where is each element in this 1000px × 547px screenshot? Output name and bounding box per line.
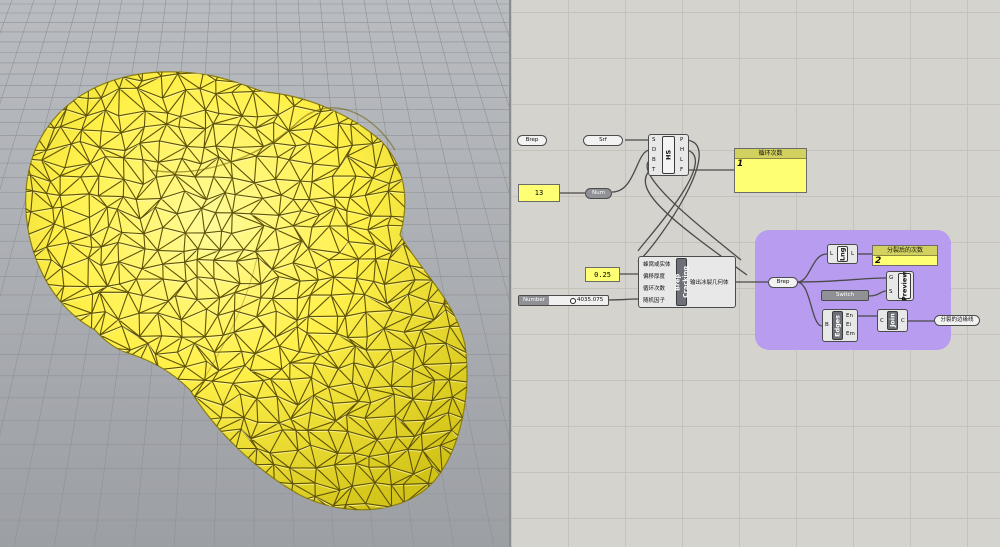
switch-param[interactable]: Switch: [821, 290, 869, 301]
hs-output-p[interactable]: P: [680, 137, 683, 143]
rhino-viewport[interactable]: [0, 0, 509, 547]
preview-component[interactable]: G S Preview: [886, 271, 914, 301]
split-count-header: 分裂后的次数: [873, 246, 937, 256]
wire-brep-lng: [796, 253, 828, 283]
preview-title: Preview: [898, 271, 911, 301]
hs-title: HS: [662, 136, 675, 174]
edges-output-ei[interactable]: Ei: [846, 322, 851, 328]
cracking-title: Brep Cracking: [674, 258, 690, 306]
hs-output-h[interactable]: H: [680, 147, 684, 153]
edges-input[interactable]: B: [825, 322, 829, 328]
hs-component[interactable]: S D B T HS P H L F: [648, 134, 689, 176]
brep-param-2[interactable]: Brep: [768, 277, 798, 288]
hs-input-t[interactable]: T: [652, 167, 655, 173]
split-edges-label[interactable]: 分裂的边缘线: [934, 315, 980, 326]
num-panel[interactable]: 13: [518, 184, 560, 202]
cracking-input-4[interactable]: 随机因子: [643, 296, 665, 304]
join-input[interactable]: C: [880, 318, 884, 324]
slider-value: 4035.075: [577, 297, 604, 303]
cracking-input-1[interactable]: 蜂窝或实体: [643, 260, 671, 268]
slider-label: Number: [519, 296, 549, 305]
brep-cracking-component[interactable]: 蜂窝或实体 偏移厚度 循环次数 随机因子 Brep Cracking 输出冰裂几…: [638, 256, 736, 308]
edges-title: Edges: [832, 311, 843, 340]
wire-switch-preview: [868, 290, 887, 297]
grasshopper-canvas[interactable]: Brep Srf S D B T HS P H L F 循环次数 1 13 Nu…: [511, 0, 1000, 547]
wire-num-hs: [611, 149, 651, 193]
lng-output[interactable]: L: [851, 251, 854, 257]
cracking-input-3[interactable]: 循环次数: [643, 284, 665, 292]
num-panel-value: 13: [534, 189, 544, 197]
wire-slider-cracking: [607, 298, 639, 301]
split-count-value: 2: [875, 256, 882, 266]
hs-output-l[interactable]: L: [680, 157, 683, 163]
lng-input[interactable]: L: [830, 251, 833, 257]
srf-param[interactable]: Srf: [583, 135, 623, 146]
edges-output-en[interactable]: En: [846, 313, 853, 319]
wire-brep-preview: [796, 277, 887, 283]
cracking-output[interactable]: 输出冰裂几何体: [690, 278, 729, 286]
factor-panel-value: 0.25: [594, 270, 611, 279]
hs-input-b[interactable]: B: [652, 157, 656, 163]
num-param[interactable]: Num: [585, 188, 612, 199]
preview-input-s[interactable]: S: [889, 289, 893, 295]
loop-count-value: 1: [737, 159, 744, 169]
brep-param[interactable]: Brep: [517, 135, 547, 146]
preview-input-g[interactable]: G: [889, 275, 893, 281]
factor-panel[interactable]: 0.25: [585, 267, 620, 282]
loop-count-header: 循环次数: [735, 149, 806, 159]
wire-brep-edges: [796, 281, 823, 327]
join-output[interactable]: C: [901, 318, 905, 324]
join-component[interactable]: C Join C: [877, 309, 908, 332]
lng-component[interactable]: L Lng L: [827, 244, 858, 264]
edges-output-em[interactable]: Em: [846, 331, 855, 337]
join-title: Join: [887, 311, 898, 330]
loop-count-panel[interactable]: 循环次数 1: [734, 148, 807, 193]
lng-title: Lng: [837, 246, 848, 262]
slider-knob[interactable]: [570, 298, 576, 304]
number-slider[interactable]: Number 4035.075: [518, 295, 609, 306]
viewport-scene[interactable]: [0, 0, 509, 547]
cracking-input-2[interactable]: 偏移厚度: [643, 272, 665, 280]
hs-input-s[interactable]: S: [652, 137, 656, 143]
edges-component[interactable]: B Edges En Ei Em: [822, 309, 858, 342]
hs-output-f[interactable]: F: [680, 167, 683, 173]
hs-input-d[interactable]: D: [652, 147, 656, 153]
split-count-panel[interactable]: 分裂后的次数 2: [872, 245, 938, 266]
